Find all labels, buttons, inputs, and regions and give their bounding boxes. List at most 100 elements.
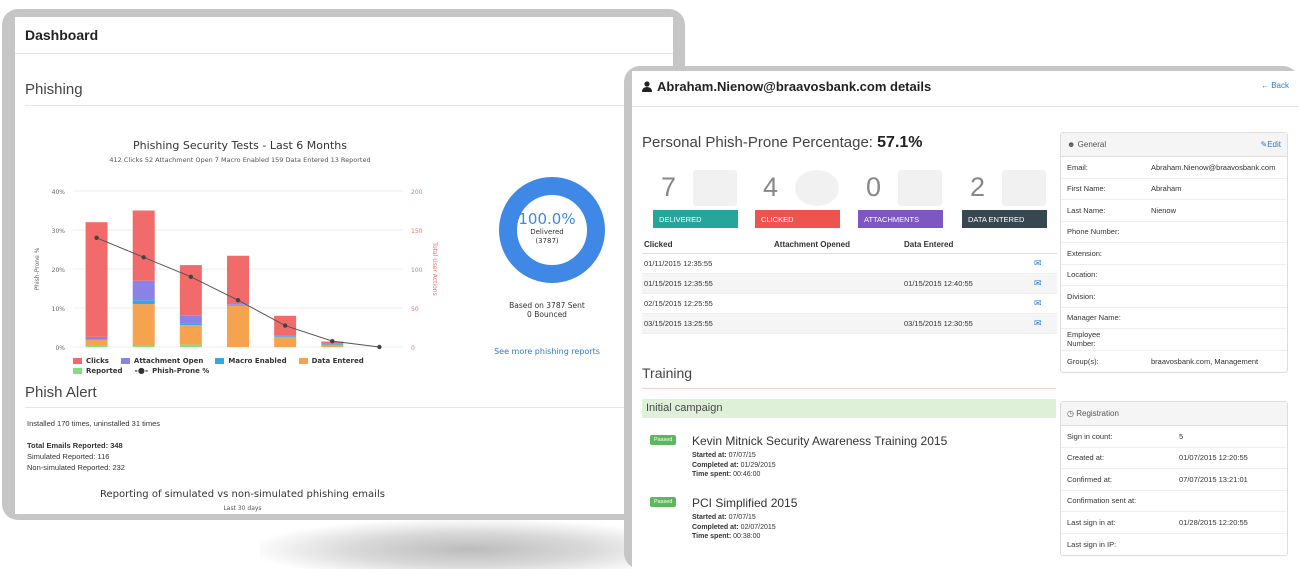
chart2-title: Reporting of simulated vs non-simulated … — [100, 489, 385, 500]
course-title[interactable]: Kevin Mitnick Security Awareness Trainin… — [692, 434, 947, 448]
dashboard-screen: Dashboard Phishing Phishing Security Tes… — [15, 17, 673, 514]
file-icon — [898, 170, 942, 206]
bar-data-entered — [85, 339, 108, 346]
email-icon[interactable]: ✉ — [1032, 273, 1057, 294]
arrow-left-icon: ← — [1260, 81, 1269, 90]
general-rows: Email: Abraham.Nienow@braavosbank.com Firs… — [1061, 157, 1287, 372]
phish-prone-point — [330, 338, 335, 344]
phish-prone-point — [141, 255, 146, 260]
donut-based-on: Based on 3787 Sent — [509, 301, 585, 310]
legend-macro-enabled[interactable]: Macro Enabled — [215, 357, 287, 365]
detail-key: Group(s): — [1067, 356, 1099, 366]
detail-row: Sign in count: 5 — [1061, 426, 1287, 448]
detail-value: 01/07/2015 12:20:55 — [1179, 453, 1248, 463]
registration-rows: Sign in count: 5 Created at: 01/07/2015 12:… — [1061, 426, 1287, 555]
detail-key: Email: — [1067, 162, 1088, 172]
legend-phish-prone[interactable]: -●- Phish-Prone % — [135, 366, 210, 375]
edit-button[interactable]: ✎Edit — [1261, 140, 1282, 149]
more-reports-link[interactable]: See more phishing reports — [487, 347, 607, 356]
cell-clicked: 01/11/2015 12:35:55 — [642, 253, 772, 274]
detail-key: Location: — [1067, 270, 1098, 280]
bar-data-entered — [321, 344, 344, 347]
bar-clicks — [179, 265, 202, 316]
stat-label: DATA ENTERED — [962, 210, 1047, 228]
detail-key: Employee Number: — [1067, 330, 1101, 349]
non-simulated-reported: Non-simulated Reported: 232 — [27, 463, 125, 472]
cell-clicked: 03/15/2015 13:25:55 — [642, 313, 772, 334]
donut-percent: 100.0% — [518, 210, 576, 228]
stat-number: 0 — [866, 172, 882, 202]
y-tick-label: 10% — [52, 306, 66, 313]
back-link[interactable]: ← Back — [1261, 81, 1289, 90]
total-reported: Total Emails Reported: 348 — [27, 441, 123, 450]
y2-tick-label: 200 — [411, 189, 423, 196]
bar-macro-enabled — [179, 323, 202, 326]
bar-data-entered — [274, 336, 297, 347]
y2-tick-label: 100 — [411, 267, 423, 274]
legend-clicks[interactable]: Clicks — [73, 357, 109, 365]
detail-row: Last Name: Nienow — [1061, 200, 1287, 222]
detail-key: Confirmation sent at: — [1067, 496, 1137, 506]
bar-reported — [179, 344, 202, 347]
detail-row: Email: Abraham.Nienow@braavosbank.com — [1061, 157, 1287, 179]
detail-key: Sign in count: — [1067, 431, 1113, 441]
course-title[interactable]: PCI Simplified 2015 — [692, 496, 797, 510]
bar-macro-enabled — [132, 300, 155, 305]
page-title: Dashboard — [25, 27, 99, 43]
detail-row: Manager Name: — [1061, 308, 1287, 329]
clock-icon: ◷ — [1067, 409, 1074, 418]
legend-reported[interactable]: Reported — [73, 366, 123, 375]
detail-value: Nienow — [1151, 205, 1177, 215]
legend-data-entered[interactable]: Data Entered — [298, 357, 364, 365]
meta-value: 07/07/15 — [728, 514, 756, 521]
bar-reported — [85, 345, 108, 347]
detail-row: Location: — [1061, 265, 1287, 286]
cell-attachment — [772, 313, 902, 334]
detail-key: Extension: — [1067, 248, 1103, 258]
chart-subtitle: 412 Clicks 52 Attachment Open 7 Macro En… — [109, 156, 371, 164]
bar-macro-enabled — [85, 339, 108, 340]
column-header: Clicked — [642, 236, 772, 254]
divider — [25, 407, 663, 408]
detail-key: Division: — [1067, 291, 1096, 301]
cell-attachment — [772, 253, 902, 274]
bar-macro-enabled — [274, 336, 297, 337]
stat-label: CLICKED — [755, 210, 840, 228]
email-icon[interactable]: ✉ — [1032, 293, 1057, 314]
details-title-text: Abraham.Nienow@braavosbank.com details — [657, 79, 932, 94]
cell-data-entered — [902, 293, 1032, 314]
device-shadow — [260, 520, 680, 569]
cell-data-entered — [902, 253, 1032, 274]
column-header — [1032, 236, 1057, 254]
phish-prone-percentage: Personal Phish-Prone Percentage: 57.1% — [642, 134, 923, 152]
actions-table: Clicked Attachment Opened Data Entered 0… — [642, 236, 1057, 334]
email-icon[interactable]: ✉ — [1032, 253, 1057, 274]
registration-card: ◷ Registration Sign in count: 5 Created at… — [1060, 401, 1288, 556]
meta-value: 00:46:00 — [733, 471, 761, 478]
meta-value: 02/07/2015 — [740, 523, 776, 531]
detail-row: Last sign in IP: — [1061, 534, 1287, 556]
table-row: 01/15/2015 12:35:55 01/15/2015 12:40:55 ✉ — [642, 273, 1057, 294]
email-icon[interactable]: ✉ — [1032, 313, 1057, 334]
legend-attachment-open[interactable]: Attachment Open — [120, 357, 203, 365]
cell-data-entered: 01/15/2015 12:40:55 — [902, 273, 1032, 294]
general-card-header: ☻ General ✎Edit — [1061, 133, 1287, 157]
meta-key: Completed at: — [692, 461, 739, 469]
bar-clicks — [132, 210, 155, 281]
detail-row: First Name: Abraham — [1061, 179, 1287, 200]
y2-tick-label: 150 — [411, 228, 423, 235]
table-row: 03/15/2015 13:25:55 03/15/2015 12:30:55 ✉ — [642, 313, 1057, 334]
chart2-subtitle: Last 30 days — [223, 505, 262, 512]
bar-macro-enabled — [321, 343, 344, 345]
y-tick-label: 40% — [52, 189, 66, 196]
cell-data-entered: 03/15/2015 12:30:55 — [902, 313, 1032, 334]
divider — [15, 53, 673, 54]
passed-badge: Passed — [650, 497, 677, 507]
y-tick-label: 20% — [52, 267, 66, 274]
bar-attachment-open — [274, 335, 297, 337]
detail-row: Employee Number: — [1061, 329, 1287, 351]
back-label: Back — [1271, 81, 1289, 90]
training-heading: Training — [642, 365, 693, 381]
phishing-heading: Phishing — [25, 81, 83, 98]
detail-row: Phone Number: — [1061, 222, 1287, 243]
